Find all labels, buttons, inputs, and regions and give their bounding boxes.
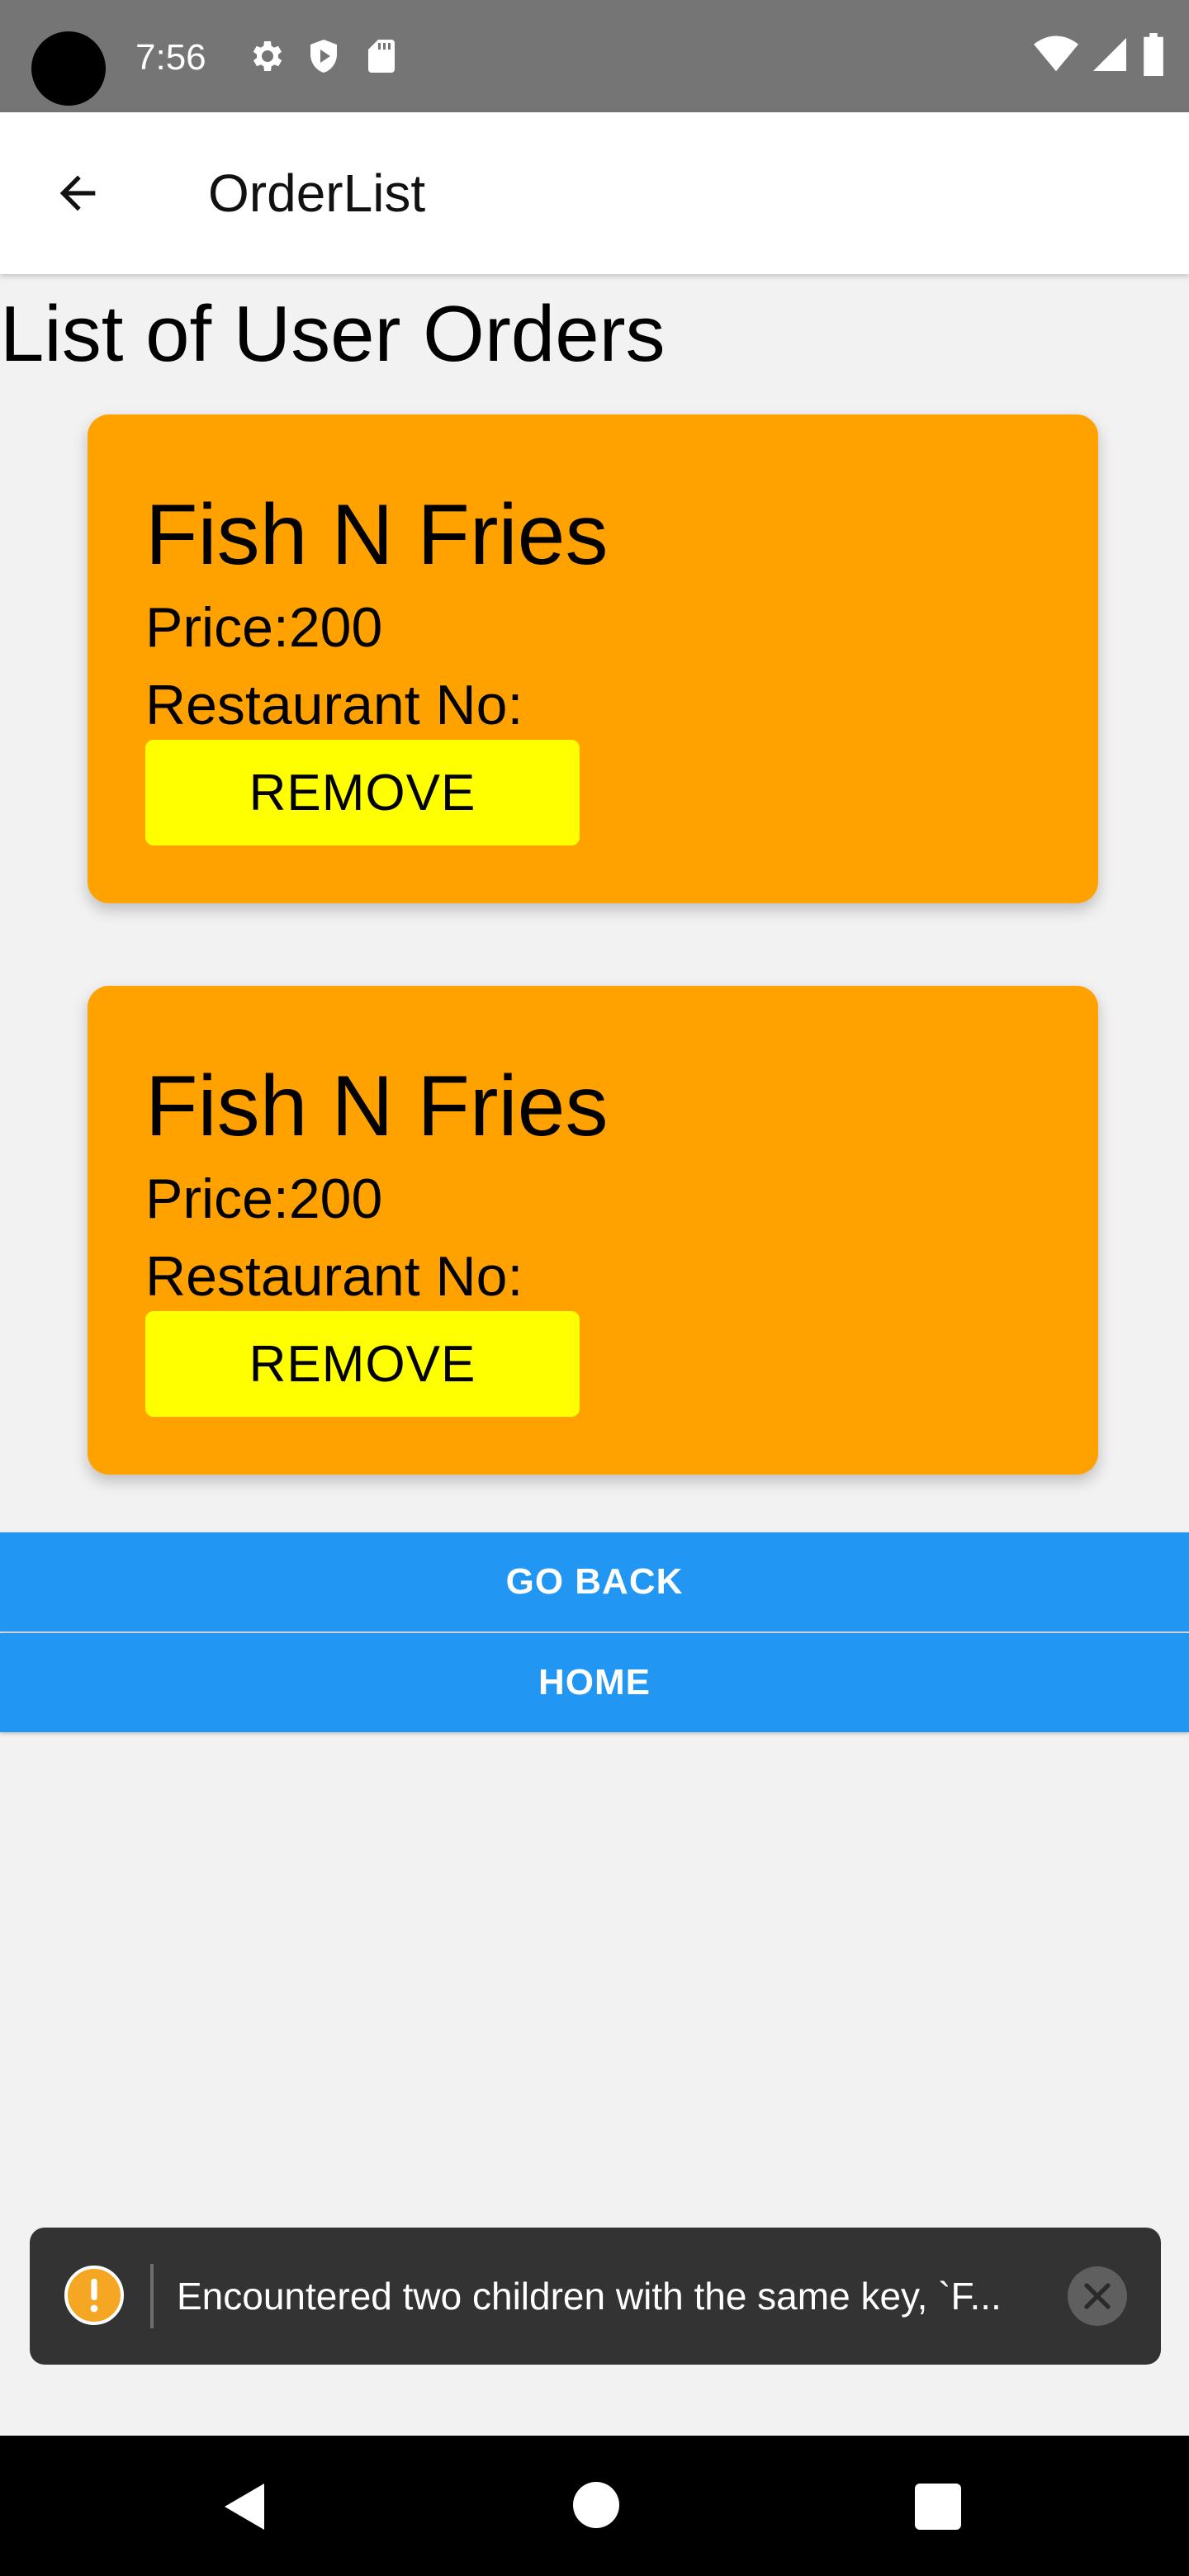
warning-toast[interactable]: Encountered two children with the same k… (30, 2228, 1161, 2365)
status-icons-right (1034, 33, 1166, 76)
home-button[interactable]: HOME (0, 1633, 1189, 1732)
sd-card-icon (362, 36, 401, 76)
order-restaurant-no: Restaurant No: (145, 1245, 523, 1308)
go-back-button[interactable]: GO BACK (0, 1532, 1189, 1631)
order-card: Fish N Fries Price:200 Restaurant No: RE… (88, 986, 1098, 1475)
page-heading: List of User Orders (0, 290, 666, 378)
wifi-icon (1034, 35, 1078, 74)
system-nav-bar (0, 2436, 1189, 2576)
remove-button[interactable]: REMOVE (145, 740, 580, 845)
app-title: OrderList (208, 163, 426, 223)
nav-back-icon[interactable] (221, 2480, 271, 2537)
camera-cutout (31, 31, 106, 106)
toast-message: Encountered two children with the same k… (177, 2275, 1002, 2318)
nav-recents-icon[interactable] (915, 2484, 961, 2534)
order-restaurant-no: Restaurant No: (145, 674, 523, 736)
status-time: 7:56 (135, 37, 206, 78)
order-item-price: Price:200 (145, 1167, 383, 1230)
settings-icon (246, 36, 286, 76)
battery-icon (1141, 33, 1166, 76)
arrow-back-icon[interactable] (51, 167, 104, 220)
status-bar: 7:56 (0, 0, 1189, 112)
remove-button[interactable]: REMOVE (145, 1311, 580, 1417)
warning-icon (63, 2264, 126, 2327)
close-icon[interactable] (1067, 2266, 1128, 2327)
shield-icon (304, 36, 343, 76)
order-item-name: Fish N Fries (145, 487, 609, 583)
app-bar: OrderList (0, 112, 1189, 274)
order-item-name: Fish N Fries (145, 1058, 609, 1154)
order-card: Fish N Fries Price:200 Restaurant No: RE… (88, 414, 1098, 903)
order-item-price: Price:200 (145, 596, 383, 659)
status-icons-left (246, 36, 401, 76)
nav-home-icon[interactable] (573, 2482, 619, 2532)
toast-divider (150, 2264, 154, 2328)
signal-icon (1090, 35, 1130, 74)
